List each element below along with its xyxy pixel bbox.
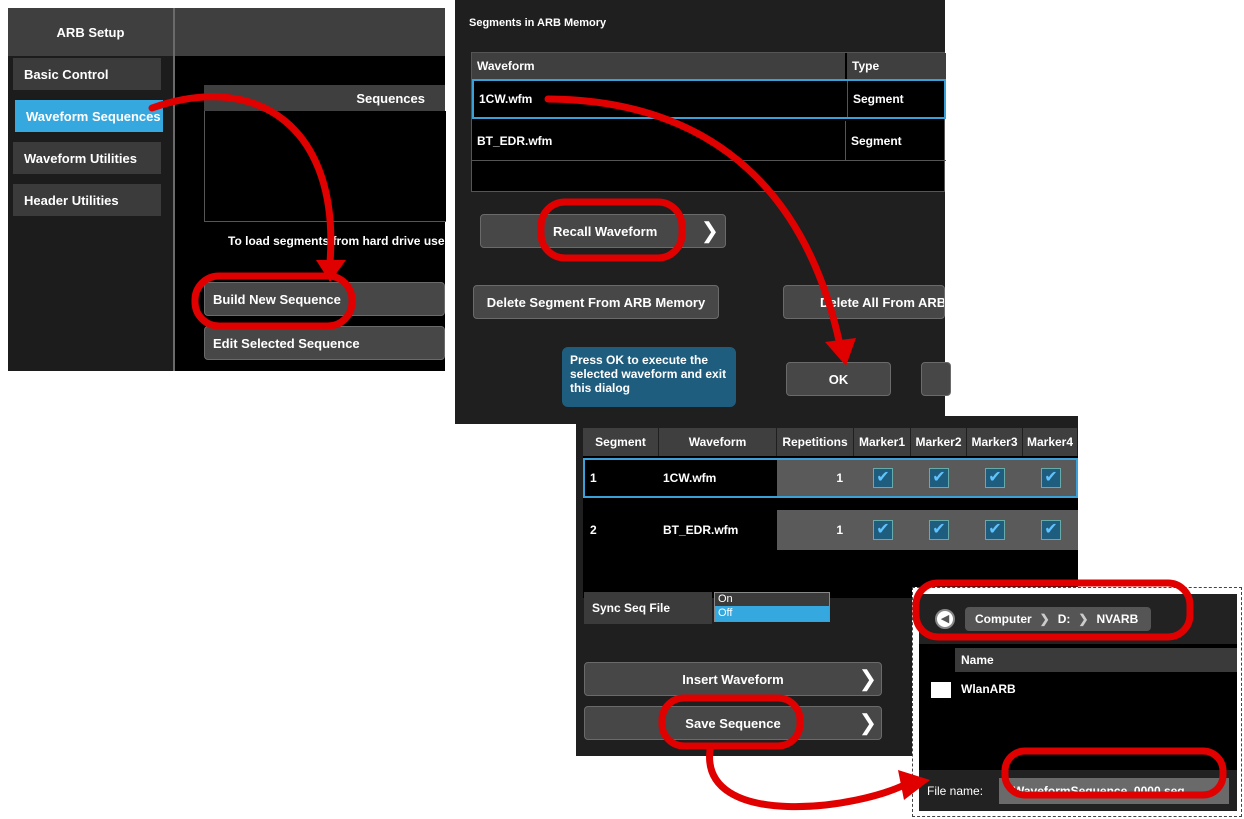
annotation-oval [658, 694, 804, 750]
annotation-overlay [148, 93, 1227, 811]
annotation-arrow [544, 95, 844, 349]
annotation-arrowhead [825, 338, 856, 366]
annotation-oval [1001, 747, 1227, 799]
annotation-arrowhead [898, 770, 930, 800]
annotation-oval [191, 272, 356, 330]
annotation-arrow [148, 93, 335, 266]
annotation-oval [912, 579, 1194, 641]
annotation-arrow [706, 746, 914, 811]
annotation-oval [537, 198, 686, 262]
